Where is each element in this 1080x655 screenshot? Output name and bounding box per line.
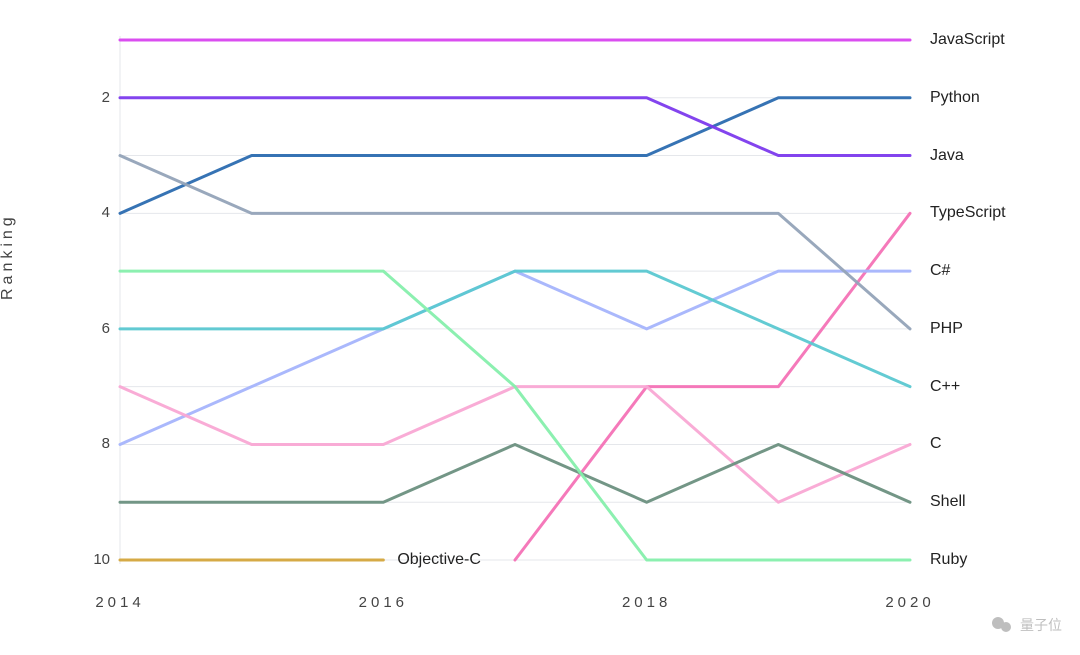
series-label: Shell	[930, 493, 966, 511]
y-tick-label: 2	[70, 89, 110, 106]
wechat-icon	[990, 613, 1014, 637]
y-tick-label: 8	[70, 435, 110, 452]
x-tick-label: 2016	[359, 594, 408, 611]
series-label: C	[930, 435, 942, 453]
series-label: C#	[930, 262, 950, 280]
y-tick-label: 4	[70, 204, 110, 221]
series-label: JavaScript	[930, 31, 1005, 49]
series-label: Ruby	[930, 551, 967, 569]
watermark: 量子位	[990, 613, 1062, 637]
chart-plot-area	[0, 0, 1080, 655]
series-label: C++	[930, 378, 960, 396]
y-tick-label: 10	[70, 551, 110, 568]
x-tick-label: 2018	[622, 594, 671, 611]
ranking-chart: Ranking 量子位 2468102014201620182020JavaSc…	[0, 0, 1080, 655]
y-tick-label: 6	[70, 320, 110, 337]
x-tick-label: 2014	[95, 594, 144, 611]
series-label: Python	[930, 89, 980, 107]
series-inline-label: Objective-C	[397, 551, 481, 569]
series-label: PHP	[930, 320, 963, 338]
x-tick-label: 2020	[885, 594, 934, 611]
series-label: Java	[930, 147, 964, 165]
watermark-text: 量子位	[1020, 615, 1062, 635]
series-label: TypeScript	[930, 204, 1006, 222]
